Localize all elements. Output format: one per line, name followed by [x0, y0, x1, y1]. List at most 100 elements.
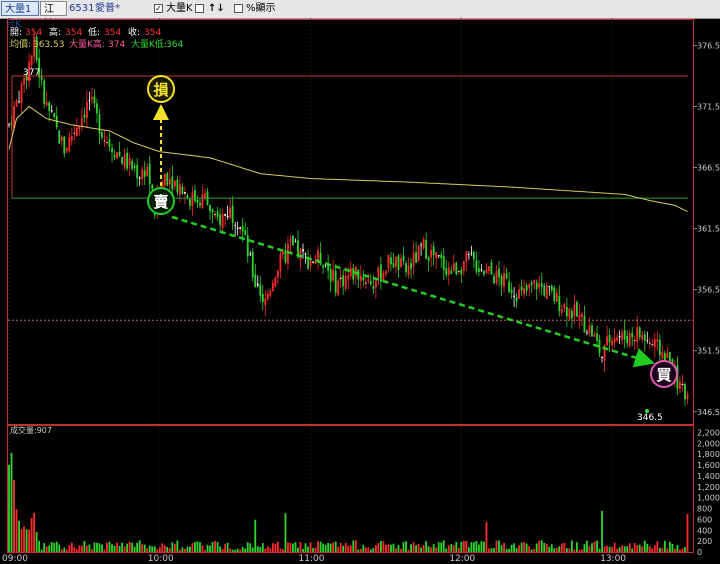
volume-bar: [88, 544, 91, 552]
volume-bar: [113, 545, 116, 552]
tab-big-volume-1min-k[interactable]: 大量1分K: [1, 1, 39, 30]
candle-body: [148, 163, 151, 185]
candle-body: [568, 308, 571, 319]
volume-bar: [651, 548, 654, 552]
volume-bar: [156, 549, 159, 552]
candle-body: [402, 255, 405, 262]
volume-bar: [407, 549, 410, 552]
candle-body: [23, 78, 25, 85]
volume-bar: [256, 546, 259, 552]
volume-bar: [435, 547, 438, 552]
volume-bar: [440, 542, 443, 552]
volume-bar: [636, 545, 639, 552]
volume-bar: [372, 548, 375, 552]
candle-body: [166, 172, 169, 186]
candle-body: [111, 148, 113, 153]
volume-tick-label: 200: [697, 537, 712, 546]
volume-bar: [653, 545, 656, 552]
candle-body: [163, 173, 166, 186]
candle-body: [646, 339, 649, 341]
candle-body: [294, 241, 297, 243]
volume-bar: [553, 548, 556, 552]
sort-arrows-icon[interactable]: ↑↓: [208, 1, 225, 17]
candle-body: [555, 292, 558, 302]
volume-bar: [530, 549, 533, 552]
price-tick-label: 346.5: [697, 408, 720, 417]
candle-body: [530, 282, 533, 285]
volume-bar: [304, 543, 307, 552]
volume-bar: [201, 545, 204, 552]
candle-body: [101, 132, 103, 138]
volume-pane-frame: [7, 424, 694, 553]
stock-code[interactable]: 6531: [69, 1, 94, 17]
candle-body: [601, 356, 603, 358]
volume-bar: [349, 545, 352, 552]
volume-bar: [269, 548, 272, 552]
volume-tick-label: 1,800: [697, 450, 720, 459]
candle-body: [30, 55, 33, 65]
candle-body: [560, 309, 563, 313]
candle-body: [452, 263, 455, 272]
volume-bar: [352, 540, 355, 552]
volume-bar: [50, 542, 53, 552]
volume-bar: [573, 549, 576, 552]
candle-body: [425, 240, 428, 259]
volume-bar: [244, 548, 247, 552]
volume-bar: [427, 546, 430, 552]
volume-bar: [241, 546, 244, 552]
volume-bar: [118, 545, 121, 552]
volume-bar: [493, 548, 495, 552]
candle-body: [573, 304, 576, 317]
average-price-line: [8, 105, 688, 212]
bigk-high-label: 大量K高:: [69, 38, 105, 50]
price-tick-label: 376.5: [697, 41, 720, 50]
volume-bar: [93, 542, 96, 552]
volume-bar: [83, 540, 86, 552]
candle-body: [266, 293, 269, 300]
volume-bar: [470, 542, 473, 552]
volume-bar: [138, 540, 141, 552]
candle-body: [505, 273, 508, 279]
candle-body: [151, 184, 154, 189]
volume-bar: [570, 540, 573, 552]
big-k-checkbox[interactable]: ✓: [154, 4, 163, 13]
candle-body: [563, 303, 566, 309]
volume-bar: [475, 540, 478, 552]
volume-bar: [367, 547, 370, 552]
volume-bar: [417, 544, 420, 552]
open-label: 開:: [10, 27, 22, 38]
candle-body: [430, 249, 433, 258]
volume-bar: [161, 543, 164, 552]
volume-bar: [405, 541, 407, 552]
volume-bar: [455, 541, 458, 552]
candle-body: [442, 255, 445, 270]
stock-name[interactable]: 愛普*: [95, 1, 120, 17]
volume-bar: [543, 542, 546, 552]
candle-body: [43, 80, 46, 104]
volume-bar: [638, 544, 641, 552]
volume-bar: [447, 545, 450, 552]
tab-wave-chart[interactable]: 江波圖: [40, 1, 67, 45]
candle-body: [249, 253, 252, 255]
candle-body: [332, 269, 335, 281]
volume-bar: [525, 543, 528, 552]
volume-bar: [176, 540, 179, 552]
candle-body: [276, 270, 279, 278]
volume-bar: [385, 544, 387, 552]
candle-body: [380, 264, 382, 282]
candle-body: [525, 285, 528, 291]
volume-bar: [309, 542, 312, 552]
candle-body: [344, 276, 347, 289]
volume-bar: [324, 544, 327, 552]
candle-body: [70, 136, 73, 141]
volume-bar: [410, 544, 412, 552]
candle-body: [455, 262, 458, 275]
candle-body: [264, 298, 267, 306]
candle-body: [565, 307, 568, 317]
candle-body: [304, 253, 307, 255]
percent-display-checkbox[interactable]: [234, 4, 243, 13]
candle-body: [279, 254, 282, 272]
unchecked-box[interactable]: [195, 4, 204, 13]
volume-bar: [674, 548, 676, 552]
candle-body: [8, 124, 10, 126]
